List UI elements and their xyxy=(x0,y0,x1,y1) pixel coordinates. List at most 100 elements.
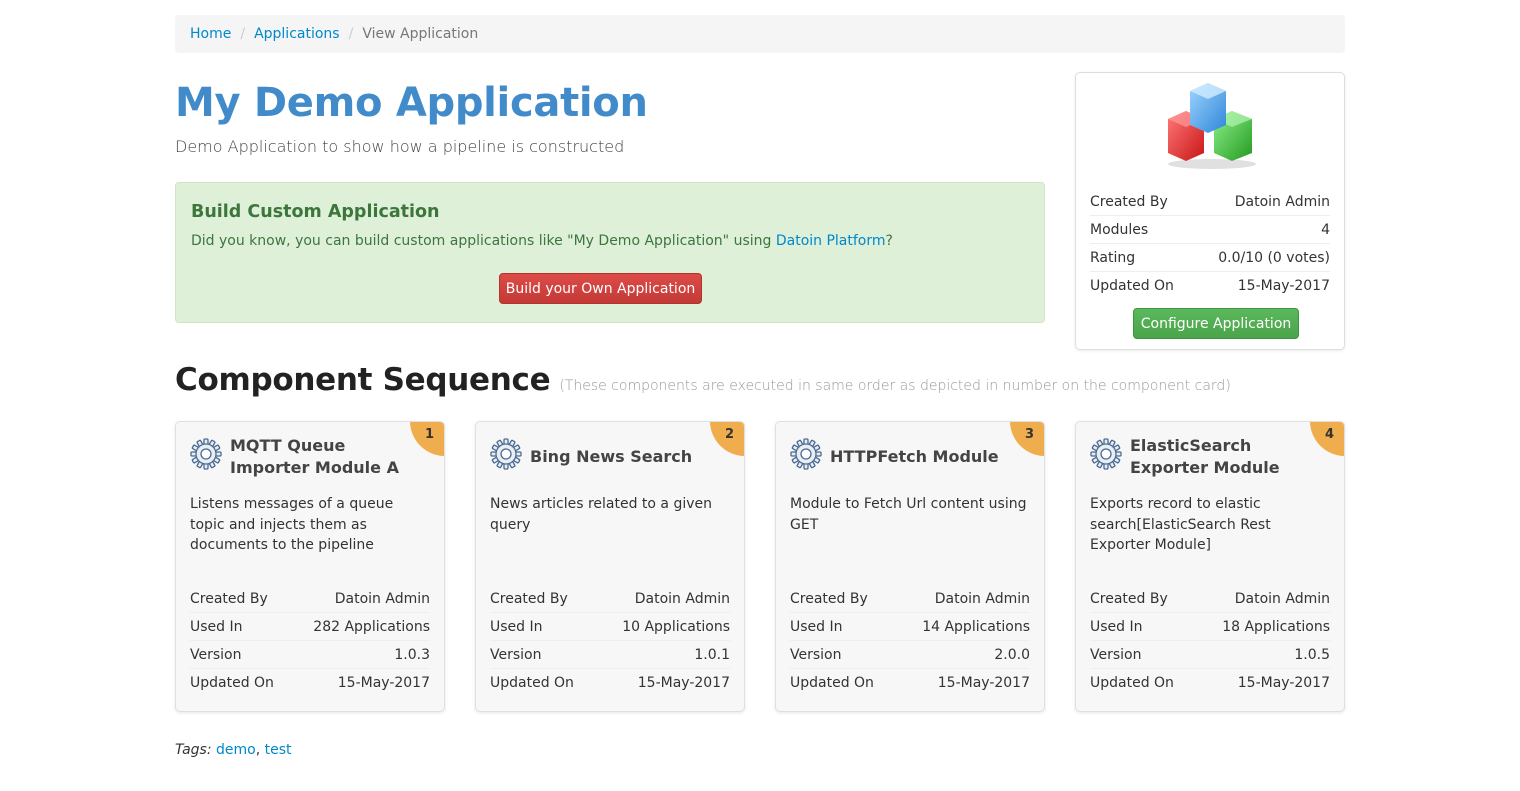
gear-icon xyxy=(490,438,522,470)
component-card[interactable]: 2 Bing News Search News articles related t… xyxy=(475,421,745,712)
breadcrumb-separator: / xyxy=(240,26,246,42)
application-cubes-logo xyxy=(1168,83,1256,169)
component-card[interactable]: 3 HTTPFetch Module Module to Fetch Url con… xyxy=(775,421,1045,712)
stat-value: Datoin Admin xyxy=(1234,193,1330,210)
component-title[interactable]: HTTPFetch Module xyxy=(830,434,1008,480)
breadcrumb-current: View Application xyxy=(362,26,479,42)
component-title-text: HTTPFetch Module xyxy=(830,447,999,466)
build-own-application-button[interactable]: Build your Own Application xyxy=(499,273,702,304)
component-title[interactable]: ElasticSearch Exporter Module xyxy=(1130,434,1308,480)
component-description: Exports record to elastic search[Elastic… xyxy=(1090,496,1271,553)
stat-row-created-by: Created By Datoin Admin xyxy=(490,585,730,613)
stat-row-created-by: Created By Datoin Admin xyxy=(190,585,430,613)
order-badge: 2 xyxy=(710,422,744,456)
stat-value: 0.0/10 (0 votes) xyxy=(1218,249,1330,266)
alert-text: Did you know, you can build custom appli… xyxy=(191,233,1029,249)
tag-separator: , xyxy=(255,742,265,758)
stat-row-version: Version 2.0.0 xyxy=(790,641,1030,669)
component-card[interactable]: 1 MQTT Queue Importer Module A Listens mes… xyxy=(175,421,445,712)
stat-row-rating: Rating 0.0/10 (0 votes) xyxy=(1090,244,1330,272)
stat-value: Datoin Admin xyxy=(1234,590,1330,607)
stat-label: Used In xyxy=(490,618,543,635)
stat-value: 15-May-2017 xyxy=(1237,675,1330,691)
stat-value: 15-May-2017 xyxy=(937,675,1030,691)
breadcrumb: Home / Applications / View Application xyxy=(175,15,1345,53)
stat-label: Updated On xyxy=(790,675,874,691)
stat-row-created-by: Created By Datoin Admin xyxy=(1090,585,1330,613)
stat-row-updated-on: Updated On 15-May-2017 xyxy=(790,669,1030,697)
datoin-platform-link[interactable]: Datoin Platform xyxy=(776,233,886,249)
component-title-text: ElasticSearch Exporter Module xyxy=(1130,436,1280,477)
order-number: 2 xyxy=(724,427,734,442)
stat-value: 282 Applications xyxy=(313,618,430,635)
component-stats: Created By Datoin Admin Used In 10 Applicat… xyxy=(490,585,730,697)
section-subtitle: (These components are executed in same o… xyxy=(559,378,1231,394)
stat-value: 15-May-2017 xyxy=(637,675,730,691)
stat-row-updated-on: Updated On 15-May-2017 xyxy=(190,669,430,697)
stat-row-created-by: Created By Datoin Admin xyxy=(790,585,1030,613)
stat-row-updated-on: Updated On 15-May-2017 xyxy=(1090,669,1330,697)
stat-label: Used In xyxy=(1090,618,1143,635)
gear-icon xyxy=(190,438,222,470)
tags: Tags: demo, test xyxy=(175,742,292,758)
component-card[interactable]: 4 ElasticSearch Exporter Module Exports re… xyxy=(1075,421,1345,712)
stat-value: 15-May-2017 xyxy=(1237,278,1330,294)
component-title[interactable]: MQTT Queue Importer Module A xyxy=(230,434,408,480)
stat-value: 1.0.5 xyxy=(1294,646,1330,663)
alert-heading: Build Custom Application xyxy=(191,202,440,222)
tag-link-test[interactable]: test xyxy=(265,742,292,758)
order-number: 1 xyxy=(424,427,434,442)
app-description: Demo Application to show how a pipeline … xyxy=(175,137,625,156)
order-badge: 1 xyxy=(410,422,444,456)
component-title[interactable]: Bing News Search xyxy=(530,434,708,480)
build-custom-alert: Build Custom Application Did you know, y… xyxy=(175,182,1045,323)
component-description: Module to Fetch Url content using GET xyxy=(790,496,1027,533)
stat-row-used-in: Used In 18 Applications xyxy=(1090,613,1330,641)
stat-row-version: Version 1.0.3 xyxy=(190,641,430,669)
stat-label: Created By xyxy=(790,590,868,607)
stat-value: 10 Applications xyxy=(622,618,730,635)
stat-label: Created By xyxy=(1090,590,1168,607)
stat-value: Datoin Admin xyxy=(334,590,430,607)
stat-label: Used In xyxy=(190,618,243,635)
application-stats: Created By Datoin Admin Modules 4 Rating 0.… xyxy=(1090,188,1330,300)
order-number: 3 xyxy=(1024,427,1034,442)
component-stats: Created By Datoin Admin Used In 18 Applicat… xyxy=(1090,585,1330,697)
stat-value: Datoin Admin xyxy=(634,590,730,607)
gear-icon xyxy=(790,438,822,470)
stat-row-created-by: Created By Datoin Admin xyxy=(1090,188,1330,216)
order-badge: 3 xyxy=(1010,422,1044,456)
stat-label: Updated On xyxy=(1090,675,1174,691)
component-title-text: Bing News Search xyxy=(530,447,693,466)
stat-value: Datoin Admin xyxy=(934,590,1030,607)
component-stats: Created By Datoin Admin Used In 282 Applica… xyxy=(190,585,430,697)
order-number: 4 xyxy=(1324,427,1334,442)
stat-value: 1.0.1 xyxy=(694,646,730,663)
stat-label: Used In xyxy=(790,618,843,635)
component-title-text: MQTT Queue Importer Module A xyxy=(230,436,399,477)
component-description: News articles related to a given query xyxy=(490,496,712,533)
stat-label: Version xyxy=(790,646,842,663)
stat-label: Created By xyxy=(190,590,268,607)
stat-label: Updated On xyxy=(190,675,274,691)
order-badge: 4 xyxy=(1310,422,1344,456)
component-sequence-heading: Component Sequence (These components are… xyxy=(175,362,1231,398)
page-title: My Demo Application xyxy=(175,80,648,126)
breadcrumb-applications-link[interactable]: Applications xyxy=(254,26,340,42)
configure-application-button[interactable]: Configure Application xyxy=(1133,308,1299,339)
tags-label: Tags: xyxy=(175,742,212,758)
stat-row-version: Version 1.0.5 xyxy=(1090,641,1330,669)
stat-value: 1.0.3 xyxy=(394,646,430,663)
stat-value: 18 Applications xyxy=(1222,618,1330,635)
stat-row-modules: Modules 4 xyxy=(1090,216,1330,244)
stat-label: Version xyxy=(490,646,542,663)
stat-label: Version xyxy=(1090,646,1142,663)
component-stats: Created By Datoin Admin Used In 14 Applicat… xyxy=(790,585,1030,697)
stat-value: 4 xyxy=(1321,221,1330,238)
tag-link-demo[interactable]: demo xyxy=(216,742,256,758)
breadcrumb-home-link[interactable]: Home xyxy=(190,26,231,42)
stat-label: Rating xyxy=(1090,249,1136,266)
alert-text-after: ? xyxy=(885,233,893,249)
stat-row-used-in: Used In 14 Applications xyxy=(790,613,1030,641)
stat-label: Version xyxy=(190,646,242,663)
